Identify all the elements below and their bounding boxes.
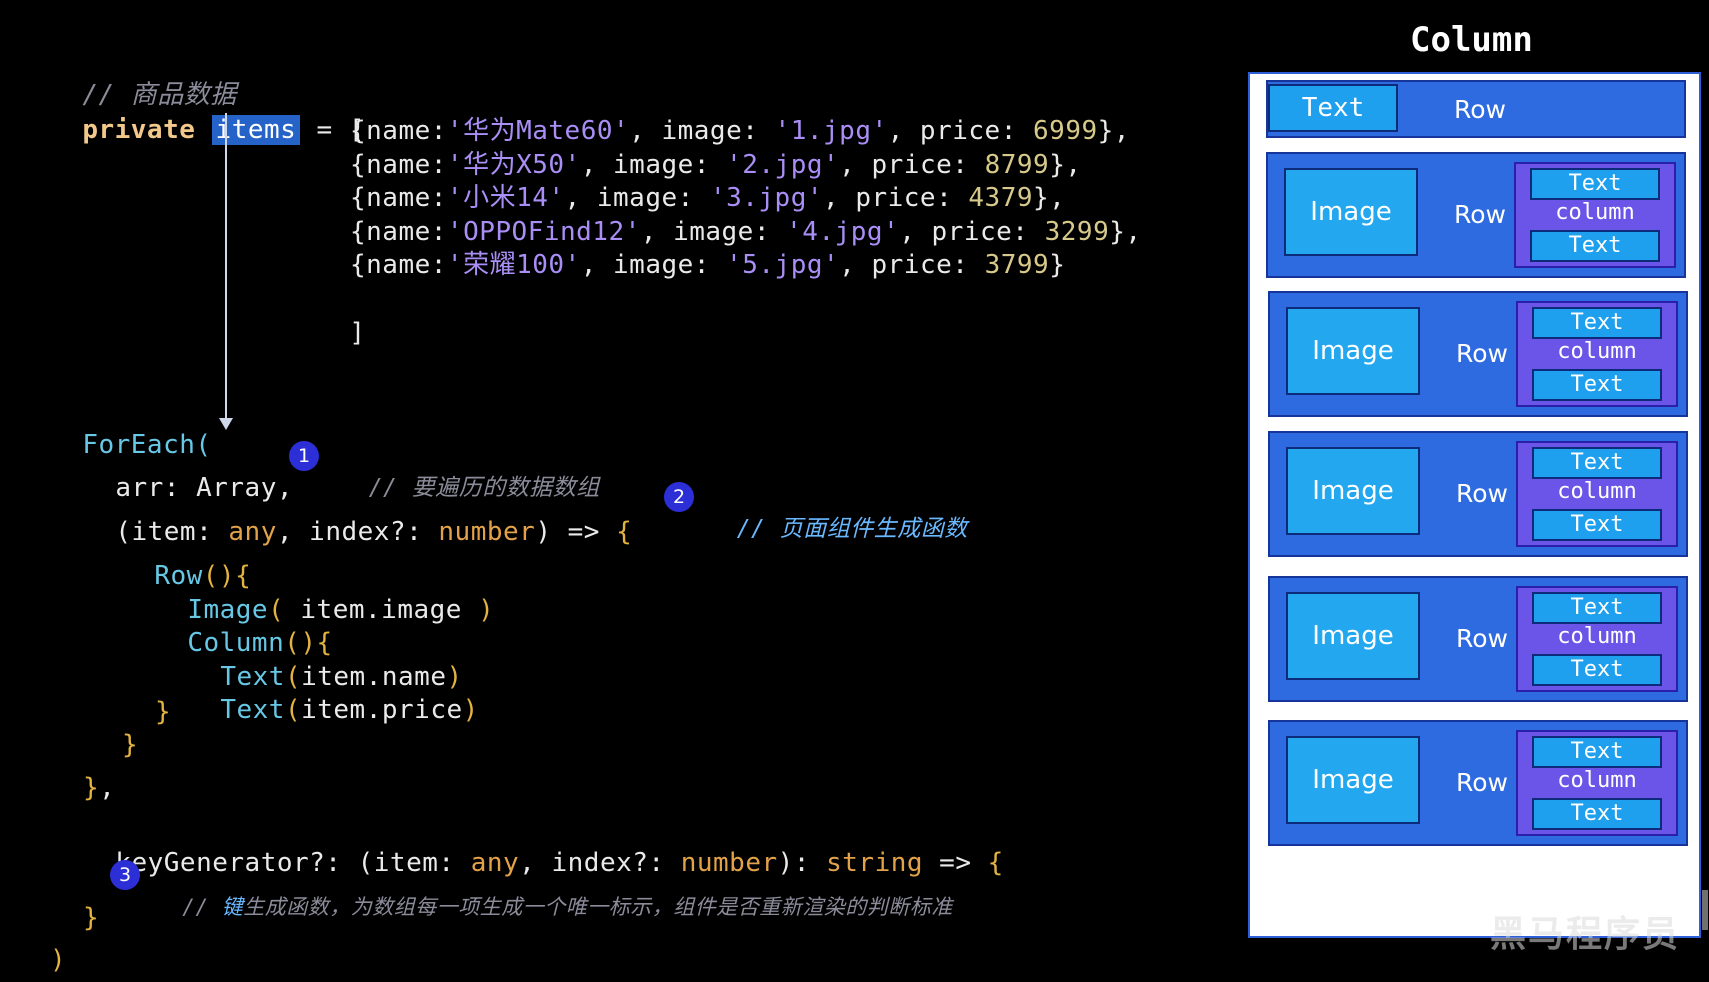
data-row: {name:'小米14', image: '3.jpg', price: 437…: [350, 183, 1066, 213]
column-text-bottom: Text: [1532, 798, 1662, 830]
column-text-top: Text: [1532, 447, 1662, 479]
column-container: Text Row Image Row Text column Text Image Row T…: [1248, 72, 1701, 938]
column-label: column: [1557, 768, 1637, 793]
data-row-price: 6999: [1033, 116, 1098, 146]
close-row: }: [122, 730, 139, 760]
column-label: column: [1557, 339, 1637, 364]
data-row: {name:'华为Mate60', image: '1.jpg', price:…: [350, 116, 1130, 146]
data-row-image: '5.jpg': [726, 250, 840, 280]
data-row-name: '华为X50': [446, 150, 581, 180]
text-call-2: Text: [220, 695, 285, 725]
data-row-image: '4.jpg': [786, 217, 900, 247]
close-keygen: }: [83, 903, 100, 933]
comment-3-line: // 键生成函数，为数组每一项生成一个唯一标示，组件是否重新渲染的判断标准: [182, 895, 953, 919]
comment-3-highlight: 键: [221, 895, 244, 919]
image-box: Image: [1284, 168, 1418, 256]
arrow-head-icon: [219, 418, 233, 430]
data-row-price: 4379: [968, 183, 1034, 213]
text-call-line-2: Text(item.price): [220, 695, 479, 725]
edge-bar: [1702, 890, 1708, 930]
image-box: Image: [1286, 736, 1420, 824]
code-private-line: private items = [: [50, 82, 365, 146]
column-box: Text column Text: [1516, 441, 1678, 547]
text-arg-2: item.price: [301, 695, 463, 725]
row-label: Row: [1456, 479, 1508, 508]
item-row: Image Row Text column Text: [1268, 431, 1688, 557]
item-row: Image Row Text column Text: [1268, 291, 1688, 417]
data-row-price: 3799: [984, 250, 1050, 280]
close-column: }: [155, 697, 172, 727]
data-row-name: '荣耀100': [446, 250, 581, 280]
column-label: column: [1555, 200, 1635, 225]
column-text-bottom: Text: [1532, 654, 1662, 686]
data-row-name: '小米14': [446, 183, 565, 213]
image-box: Image: [1286, 447, 1420, 535]
data-row-image: '1.jpg': [774, 116, 888, 146]
header-text-box: Text: [1268, 84, 1398, 132]
column-text-top: Text: [1532, 592, 1662, 624]
column-label: column: [1557, 479, 1637, 504]
close-fn: },: [83, 773, 116, 803]
row-label: Row: [1456, 624, 1508, 653]
data-row-end: }: [1049, 250, 1066, 280]
column-label: column: [1557, 624, 1637, 649]
private-keyword: private: [82, 115, 196, 145]
row-label: Row: [1456, 339, 1508, 368]
column-box: Text column Text: [1514, 162, 1676, 268]
comment-3: 生成函数，为数组每一项生成一个唯一标示，组件是否重新渲染的判断标准: [243, 895, 953, 919]
column-box: Text column Text: [1516, 730, 1678, 836]
data-row-name: '华为Mate60': [446, 116, 630, 146]
data-row-price: 3299: [1044, 217, 1110, 247]
close-bracket: ]: [317, 285, 365, 349]
column-text-top: Text: [1532, 736, 1662, 768]
data-row-end: },: [1033, 183, 1066, 213]
data-row: {name:'荣耀100', image: '5.jpg', price: 37…: [350, 250, 1066, 280]
badge-1: 1: [289, 441, 319, 471]
image-box: Image: [1286, 307, 1420, 395]
item-row: Image Row Text column Text: [1268, 576, 1688, 702]
header-row-label: Row: [1454, 95, 1506, 124]
column-text-bottom: Text: [1530, 230, 1660, 262]
badge-3: 3: [110, 860, 140, 890]
row-label: Row: [1456, 768, 1508, 797]
close-bracket-text: ]: [349, 318, 366, 348]
diagram-title: Column: [1410, 20, 1533, 60]
row-label: Row: [1454, 200, 1506, 229]
data-row-end: },: [1097, 116, 1130, 146]
item-row: Image Row Text column Text: [1266, 152, 1686, 278]
data-row: {name:'华为X50', image: '2.jpg', price: 87…: [350, 150, 1082, 180]
data-row-name: 'OPPOFind12': [446, 217, 641, 247]
column-text-top: Text: [1532, 307, 1662, 339]
header-row: Text Row: [1266, 80, 1686, 138]
watermark-logo: 黑马程序员: [1490, 914, 1681, 955]
data-row-image: '2.jpg': [726, 150, 840, 180]
comment-2: // 页面组件生成函数: [736, 516, 968, 542]
column-text-bottom: Text: [1532, 369, 1662, 401]
badge-2: 2: [664, 482, 694, 512]
column-text-top: Text: [1530, 168, 1660, 200]
data-row-end: },: [1049, 150, 1082, 180]
column-box: Text column Text: [1516, 586, 1678, 692]
column-text-bottom: Text: [1532, 509, 1662, 541]
image-box: Image: [1286, 592, 1420, 680]
arrow-line: [225, 113, 227, 419]
data-row: {name:'OPPOFind12', image: '4.jpg', pric…: [350, 217, 1142, 247]
comment-2-line: // 页面组件生成函数: [708, 481, 968, 545]
close-foreach: ): [50, 945, 67, 975]
item-row: Image Row Text column Text: [1268, 720, 1688, 846]
data-row-end: },: [1109, 217, 1142, 247]
data-row-price: 8799: [984, 150, 1050, 180]
data-row-image: '3.jpg': [709, 183, 824, 213]
column-box: Text column Text: [1516, 301, 1678, 407]
